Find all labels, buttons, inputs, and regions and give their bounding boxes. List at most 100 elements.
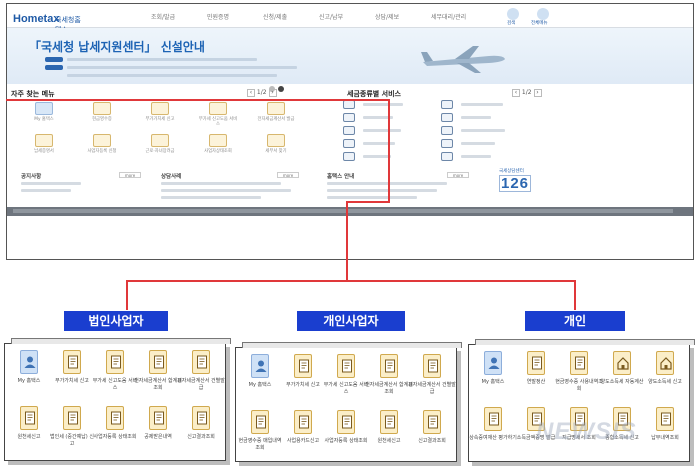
corporate-menu-label: 신고결과조회 [187,434,215,440]
placeholder-text [363,103,403,106]
logo-text: Hometax [13,13,60,25]
individual-business-menu-item[interactable]: 부가세 신고도움 서비스 [324,354,368,404]
document-icon[interactable] [267,102,285,115]
placeholder-text [21,189,71,192]
search-icon[interactable] [507,8,519,20]
document-icon [423,354,441,378]
all-menu-icon[interactable] [537,8,549,20]
document-icon[interactable] [35,134,53,147]
corporate-menu-item[interactable]: My 홈택스 [9,350,49,400]
document-icon[interactable] [93,134,111,147]
individual-business-menu-label: 전자세금계산서 건별발급 [408,382,456,395]
individual-business-menu-item[interactable]: 전자세금계산서 건별발급 [408,354,456,404]
menu-item-0[interactable]: 조회/발급 [151,12,175,21]
corporate-menu-item[interactable]: 전자세금계산서 합계표조회 [134,350,182,400]
individual-business-menu-item[interactable]: 사업자등록 상태조회 [325,410,368,460]
frequent-item-3[interactable]: 부가세 신고도움 서비스 [198,117,238,127]
individual-business-menu-label: 현금영수증 매입내역 조회 [238,438,282,451]
document-icon [106,406,124,430]
frequent-item-1[interactable]: 현금영수증 [82,117,122,122]
document-icon [441,152,453,161]
banner-tag [45,57,63,62]
document-icon [441,139,453,148]
menu-item-2[interactable]: 신청/제출 [263,12,287,21]
individual-business-menu-label: My 홈택스 [248,382,272,388]
document-icon[interactable] [209,102,227,115]
news-more-button[interactable]: more [447,172,469,178]
corporate-menu-label: 부가가치세 신고 [55,378,89,384]
highlight-frame-right [388,99,390,203]
document-icon[interactable] [267,134,285,147]
placeholder-text [161,182,281,185]
consult-more-button[interactable]: more [277,172,299,178]
corporate-menu-label: 전자세금계산서 건별발급 [177,378,225,391]
individual-business-menu-item[interactable]: 부가가치세 신고 [283,354,323,404]
frequent-item-7[interactable]: 근로·자녀장려금 [140,149,180,154]
banner-text-line [67,74,277,77]
placeholder-text [461,103,503,106]
menu-item-3[interactable]: 신고/납부 [319,12,343,21]
frequent-item-0[interactable]: My 홈택스 [24,117,64,122]
banner[interactable]: 「국세청 납세지원센터」 신설안내 [7,28,693,92]
corporate-menu-item[interactable]: 사업자등록 상태조회 [94,406,137,456]
individual-menu-item[interactable]: 현금영수증 사용내역조회 [555,351,603,401]
individual-business-menu-item[interactable]: 신고결과조회 [412,410,452,460]
person-icon [20,350,38,374]
menu-item-5[interactable]: 세무대리/관리 [431,12,466,21]
corporate-menu-item[interactable]: 원천세신고 [9,406,49,456]
menu-item-4[interactable]: 상담/제보 [375,12,399,21]
document-icon [441,126,453,135]
individual-menu-item[interactable]: 상속증여재산 평가하기 [469,407,517,457]
individual-business-menu-item[interactable]: 사업용카드신고 [283,410,323,460]
highlight-frame-bottom [346,201,390,203]
frequent-item-4[interactable]: 전자세금계산서 발급 [256,117,296,122]
document-icon[interactable] [209,134,227,147]
individual-business-menu-label: 원천세신고 [377,438,401,444]
corporate-menu-item[interactable]: 법인세 (중간예납) 신고 [50,406,94,456]
person-icon[interactable] [35,102,53,115]
placeholder-text [21,182,81,185]
hometax-logo[interactable]: Hometax 국세청홈택스 [13,7,83,34]
individual-menu-item[interactable]: 양도소득세 신고 [645,351,685,401]
corporate-menu-item[interactable]: 신고결과조회 [181,406,221,456]
category-individual-business: 개인사업자 [297,311,405,331]
individual-business-menu-item[interactable]: 전자세금계산서 합계표조회 [365,354,413,404]
all-menu-link[interactable]: 전체메뉴 [531,20,548,26]
corporate-menu-item[interactable]: 전자세금계산서 건별발급 [177,350,225,400]
individual-menu-item[interactable]: 연말정산 [516,351,556,401]
receipt-icon[interactable] [93,102,111,115]
frequent-pager[interactable]: ‹ 1/2 › [247,89,277,97]
individual-menu-label: 양도소득세 신고 [648,379,682,385]
corporate-menu-item[interactable]: 공제받은내역 [138,406,178,456]
individual-business-menu-label: 부가세 신고도움 서비스 [323,382,369,395]
frequent-item-8[interactable]: 사업자상태조회 [198,149,238,154]
frequent-item-5[interactable]: 납세증명서 [24,149,64,154]
document-icon[interactable] [151,134,169,147]
call-center-number: 126 [499,175,532,192]
notice-more-button[interactable]: more [119,172,141,178]
individual-business-menu-item[interactable]: 원천세신고 [369,410,409,460]
corporate-menu-panel: My 홈택스 부가가치세 신고 부가세 신고도움 서비스 전자세금계산서 합계표조회 전… [4,338,231,461]
frequent-item-6[interactable]: 사업자등록 신청 [82,149,122,154]
category-individual: 개인 [525,311,625,331]
corporate-menu-item[interactable]: 부가세 신고도움 서비스 [93,350,137,400]
individual-menu-item[interactable]: 양도소득세 자동계산 [601,351,644,401]
individual-menu-item[interactable]: My 홈택스 [473,351,513,401]
frequent-item-9[interactable]: 세무서 찾기 [256,149,296,154]
corporate-menu-item[interactable]: 부가가치세 신고 [52,350,92,400]
banner-title: 「국세청 납세지원센터」 신설안내 [29,40,205,54]
individual-menu-item[interactable]: 납부내역조회 [645,407,685,457]
individual-business-menu-item[interactable]: 현금영수증 매입내역 조회 [239,410,282,460]
corporate-menu-label: 부가세 신고도움 서비스 [92,378,138,391]
document-icon [20,406,38,430]
house-icon [656,351,674,375]
document-icon [484,407,502,431]
individual-business-menu-item[interactable]: My 홈택스 [240,354,280,404]
document-icon [294,354,312,378]
search-link[interactable]: 검색 [507,20,515,26]
tax-pager[interactable]: ‹ 1/2 › [512,89,542,97]
individual-business-menu-label: 부가가치세 신고 [286,382,320,388]
frequent-item-2[interactable]: 부가가치세 신고 [140,117,180,122]
menu-item-1[interactable]: 민원증명 [207,12,229,21]
document-icon[interactable] [151,102,169,115]
